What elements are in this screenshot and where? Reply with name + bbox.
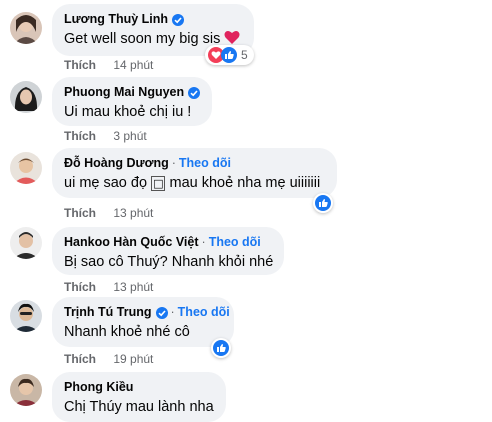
separator: ·	[170, 305, 175, 319]
timestamp[interactable]: 14 phút	[113, 58, 153, 72]
like-button[interactable]: Thích	[64, 206, 96, 220]
like-button[interactable]: Thích	[64, 129, 96, 143]
avatar[interactable]	[10, 374, 42, 406]
follow-button[interactable]: Theo dõi	[179, 156, 231, 171]
follow-button[interactable]: Theo dõi	[209, 235, 261, 250]
timestamp[interactable]: 3 phút	[113, 129, 146, 143]
reaction-count: 5	[241, 48, 248, 62]
comment-bubble: Hankoo Hàn Quốc Việt · Theo dõi Bị sao c…	[52, 227, 284, 275]
reaction-summary[interactable]: 5	[205, 45, 254, 65]
avatar[interactable]	[10, 227, 42, 259]
follow-button[interactable]: Theo dõi	[178, 305, 230, 320]
comment-bubble: Phong Kiều Chị Thúy mau lành nha	[52, 372, 226, 422]
separator: ·	[201, 235, 206, 249]
comment-actions: Thích 19 phút	[64, 352, 153, 366]
verified-icon	[172, 13, 185, 26]
comment-actions: Thích 13 phút	[64, 206, 153, 220]
like-button[interactable]: Thích	[64, 280, 96, 294]
avatar[interactable]	[10, 300, 42, 332]
separator: ·	[171, 156, 176, 170]
comment-bubble: Phuong Mai Nguyen Ui mau khoẻ chị iu !	[52, 77, 212, 126]
comment-bubble: Trịnh Tú Trung · Theo dõi Nhanh khoẻ nhé…	[52, 297, 234, 347]
like-reaction-icon	[315, 195, 331, 211]
commenter-name[interactable]: Lương Thuỳ Linh	[64, 12, 168, 27]
comment-text: Get well soon my big sis	[64, 31, 221, 47]
comment-text: Ui mau khoẻ chị iu !	[64, 104, 192, 120]
comment-actions: Thích 14 phút	[64, 58, 153, 72]
like-button[interactable]: Thích	[64, 352, 96, 366]
like-reaction-icon	[221, 47, 237, 63]
comment-text: Bị sao cô Thuý? Nhanh khỏi nhé	[64, 254, 274, 270]
commenter-name[interactable]: Đỗ Hoàng Dương	[64, 156, 169, 171]
avatar[interactable]	[10, 152, 42, 184]
avatar[interactable]	[10, 81, 42, 113]
commenter-name[interactable]: Phuong Mai Nguyen	[64, 85, 184, 100]
commenter-name[interactable]: Trịnh Tú Trung	[64, 305, 152, 320]
verified-icon	[155, 306, 168, 319]
comment-actions: Thích 3 phút	[64, 129, 147, 143]
timestamp[interactable]: 13 phút	[113, 206, 153, 220]
commenter-name[interactable]: Hankoo Hàn Quốc Việt	[64, 235, 199, 250]
comment-bubble: Đỗ Hoàng Dương · Theo dõi ui mẹ sao đọ □…	[52, 148, 337, 198]
like-button[interactable]: Thích	[64, 58, 96, 72]
reaction-summary[interactable]	[313, 193, 333, 213]
verified-icon	[188, 86, 201, 99]
comment-text: Nhanh khoẻ nhé cô	[64, 324, 190, 340]
avatar[interactable]	[10, 12, 42, 44]
comment-text-end: mau khoẻ nha mẹ uiiiiiii	[169, 175, 321, 191]
comment-text: Chị Thúy mau lành nha	[64, 399, 214, 415]
comment-actions: Thích 13 phút	[64, 280, 153, 294]
timestamp[interactable]: 13 phút	[113, 280, 153, 294]
reaction-summary[interactable]	[211, 338, 231, 358]
missing-glyph: □	[151, 176, 166, 191]
like-reaction-icon	[213, 340, 229, 356]
timestamp[interactable]: 19 phút	[113, 352, 153, 366]
comment-text-start: ui mẹ sao đọ	[64, 175, 148, 191]
commenter-name[interactable]: Phong Kiều	[64, 380, 133, 395]
